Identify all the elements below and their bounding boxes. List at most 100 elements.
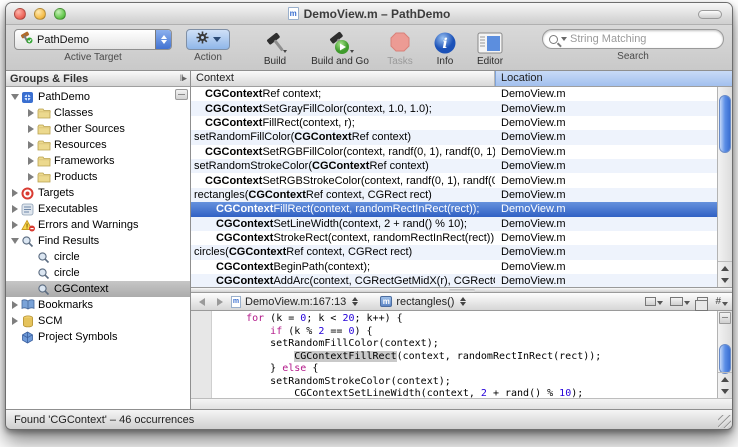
editor-pane: for (k = 0; k < 20; k++) { if (k % 2 == … xyxy=(191,311,732,398)
disclosure-triangle-icon[interactable] xyxy=(26,109,36,117)
disclosure-triangle-icon[interactable] xyxy=(26,173,36,181)
editor-scrollbar[interactable] xyxy=(717,311,732,398)
disclosure-triangle-icon[interactable] xyxy=(10,301,20,309)
result-row[interactable]: CGContextFillRect(context, randomRectInR… xyxy=(191,202,717,216)
info-button[interactable]: i Info xyxy=(424,29,466,67)
disclosure-triangle-icon[interactable] xyxy=(10,94,20,100)
search-field[interactable]: String Matching xyxy=(542,29,724,49)
column-header-context[interactable]: Context xyxy=(191,71,495,86)
result-row[interactable]: CGContextBeginPath(context);DemoView.m xyxy=(191,260,717,274)
disclosure-triangle-icon[interactable] xyxy=(26,157,36,165)
sidebar-item-circle[interactable]: circle xyxy=(6,249,190,265)
sidebar-header[interactable]: Groups & Files ‖▸ xyxy=(6,71,190,87)
line-number-menu-button[interactable]: # xyxy=(715,296,728,307)
sidebar-item-other-sources[interactable]: Other Sources xyxy=(6,121,190,137)
editor-scrollbar-thumb[interactable] xyxy=(719,344,731,374)
sidebar-item-products[interactable]: Products xyxy=(6,169,190,185)
column-options-icon[interactable]: ‖▸ xyxy=(180,73,186,84)
result-location-cell: DemoView.m xyxy=(495,232,717,244)
results-table-body: CGContextRef context;DemoView.mCGContext… xyxy=(191,87,717,287)
sidebar-item-scm[interactable]: SCM xyxy=(6,313,190,329)
pane-splitter[interactable] xyxy=(191,288,732,293)
sidebar-item-find-results[interactable]: Find Results xyxy=(6,233,190,249)
toolbar-toggle-button[interactable] xyxy=(698,10,722,19)
result-row[interactable]: CGContextAddArc(context, CGRectGetMidX(r… xyxy=(191,274,717,287)
active-target-popup[interactable]: PathDemo xyxy=(14,29,172,50)
sidebar-item-targets[interactable]: Targets xyxy=(6,185,190,201)
title-bar[interactable]: m DemoView.m – PathDemo xyxy=(6,3,732,25)
result-row[interactable]: CGContextFillRect(context, r);DemoView.m xyxy=(191,116,717,130)
sidebar-item-label: CGContext xyxy=(54,283,108,295)
sidebar-item-project-symbols[interactable]: Project Symbols xyxy=(6,329,190,345)
disclosure-triangle-icon[interactable] xyxy=(26,141,36,149)
action-button[interactable] xyxy=(186,29,230,50)
result-row[interactable]: circles(CGContextRef context, CGRect rec… xyxy=(191,245,717,259)
editor-split-widget-icon[interactable] xyxy=(719,312,731,324)
result-context-cell: CGContextFillRect(context, r); xyxy=(191,117,495,129)
nav-right-controls: # xyxy=(645,296,728,307)
sidebar-item-frameworks[interactable]: Frameworks xyxy=(6,153,190,169)
disclosure-triangle-icon[interactable] xyxy=(10,238,20,244)
minimize-button[interactable] xyxy=(34,8,46,20)
build-button[interactable]: Build xyxy=(246,29,304,67)
result-row[interactable]: CGContextSetRGBFillColor(context, randf(… xyxy=(191,145,717,159)
sidebar-item-errors-and-warnings[interactable]: !Errors and Warnings xyxy=(6,217,190,233)
folder-icon xyxy=(36,139,51,152)
find-results-pane: Context Location CGContextRef context;De… xyxy=(191,71,732,288)
sidebar-item-label: Classes xyxy=(54,107,93,119)
disclosure-triangle-icon[interactable] xyxy=(10,317,20,325)
breakpoints-menu-button[interactable] xyxy=(670,297,690,306)
search-group: String Matching Search xyxy=(542,29,724,62)
editor-button[interactable]: Editor xyxy=(466,29,514,67)
sidebar-item-bookmarks[interactable]: Bookmarks xyxy=(6,297,190,313)
project-icon xyxy=(20,91,35,104)
close-button[interactable] xyxy=(14,8,26,20)
disclosure-triangle-icon[interactable] xyxy=(26,125,36,133)
info-label: Info xyxy=(437,56,454,67)
result-row[interactable]: setRandomStrokeColor(CGContextRef contex… xyxy=(191,159,717,173)
sidebar-item-cgcontext[interactable]: CGContext xyxy=(6,281,190,297)
editor-gutter[interactable] xyxy=(191,311,212,398)
column-header-location[interactable]: Location xyxy=(495,71,732,86)
scroll-down-icon[interactable] xyxy=(721,389,729,394)
sidebar-item-classes[interactable]: Classes xyxy=(6,105,190,121)
result-row[interactable]: setRandomFillColor(CGContextRef context)… xyxy=(191,130,717,144)
disclosure-triangle-icon[interactable] xyxy=(10,189,20,197)
svg-text:!: ! xyxy=(25,223,27,230)
search-icon xyxy=(549,35,558,44)
file-history-popup[interactable]: m DemoView.m:167:13 xyxy=(231,296,358,308)
result-location-cell: DemoView.m xyxy=(495,246,717,258)
code-editor[interactable]: for (k = 0; k < 20; k++) { if (k % 2 == … xyxy=(212,311,717,398)
nav-forward-button[interactable] xyxy=(213,296,227,308)
nav-back-button[interactable] xyxy=(195,296,209,308)
disclosure-triangle-icon[interactable] xyxy=(10,205,20,213)
function-name-text: rectangles() xyxy=(396,296,454,308)
editor-horizontal-scrollbar[interactable] xyxy=(191,398,732,409)
result-row[interactable]: CGContextSetLineWidth(context, 2 + rand(… xyxy=(191,217,717,231)
search-scope-arrow-icon[interactable] xyxy=(561,37,567,41)
scroll-down-icon[interactable] xyxy=(721,278,729,283)
counterparts-button[interactable] xyxy=(697,297,708,306)
sidebar-item-pathdemo[interactable]: PathDemo xyxy=(6,89,190,105)
bookmarks-menu-button[interactable] xyxy=(645,297,663,306)
result-row[interactable]: CGContextStrokeRect(context, randomRectI… xyxy=(191,231,717,245)
results-scrollbar[interactable] xyxy=(717,87,732,287)
result-row[interactable]: CGContextSetRGBStrokeColor(context, rand… xyxy=(191,173,717,187)
zoom-button[interactable] xyxy=(54,8,66,20)
groups-and-files-pane: Groups & Files ‖▸ PathDemo Classes Other S… xyxy=(6,71,191,409)
resize-grip[interactable] xyxy=(718,415,731,428)
window-title: DemoView.m – PathDemo xyxy=(304,7,451,21)
sidebar-item-resources[interactable]: Resources xyxy=(6,137,190,153)
sidebar-split-widget-icon[interactable] xyxy=(175,89,188,100)
build-and-go-button[interactable]: Build and Go xyxy=(304,29,376,67)
result-row[interactable]: rectangles(CGContextRef context, CGRect … xyxy=(191,188,717,202)
sidebar-item-executables[interactable]: Executables xyxy=(6,201,190,217)
result-row[interactable]: CGContextSetGrayFillColor(context, 1.0, … xyxy=(191,101,717,115)
scroll-up-icon[interactable] xyxy=(721,266,729,271)
disclosure-triangle-icon[interactable] xyxy=(10,221,20,229)
sidebar-item-circle[interactable]: circle xyxy=(6,265,190,281)
function-popup[interactable]: m rectangles() xyxy=(380,296,466,308)
scroll-up-icon[interactable] xyxy=(721,377,729,382)
results-scrollbar-thumb[interactable] xyxy=(719,95,731,153)
result-row[interactable]: CGContextRef context;DemoView.m xyxy=(191,87,717,101)
